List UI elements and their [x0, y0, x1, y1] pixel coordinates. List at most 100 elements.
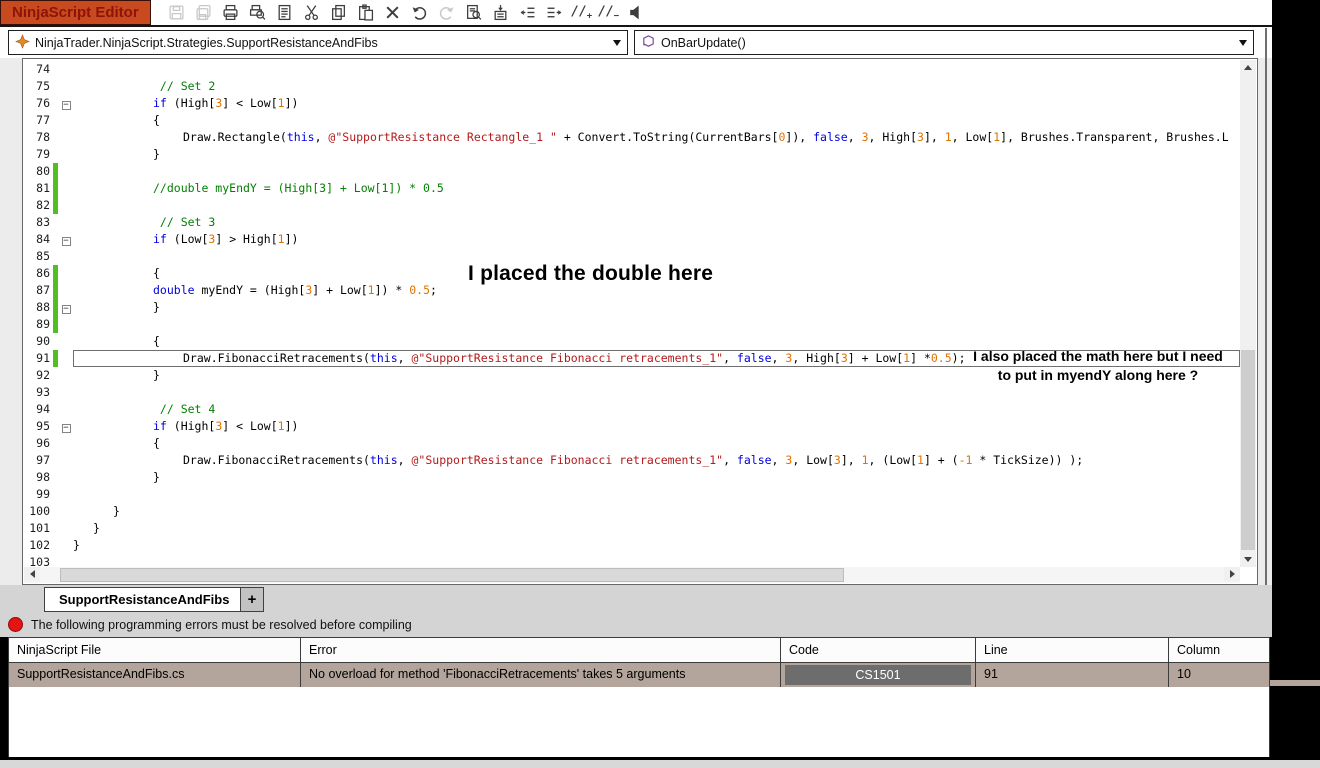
screen: NinjaScript Editor //+//− NinjaTrader.Ni…: [0, 0, 1320, 768]
code-segment: Draw.Rectangle(: [183, 130, 287, 144]
save-icon: [165, 1, 189, 24]
fold-collapse-icon[interactable]: −: [59, 418, 73, 435]
undo-icon[interactable]: [408, 1, 432, 24]
code-line-95[interactable]: 95 − if (High[3] < Low[1]): [24, 418, 1240, 435]
column-header-error[interactable]: Error: [301, 638, 781, 662]
code-line-100[interactable]: 100}: [24, 503, 1240, 520]
scroll-down-button[interactable]: [1240, 552, 1256, 567]
add-comment-icon[interactable]: //+: [570, 1, 594, 24]
properties-icon[interactable]: [273, 1, 297, 24]
horizontal-scroll-thumb[interactable]: [60, 568, 844, 582]
find-icon[interactable]: [462, 1, 486, 24]
copy-icon[interactable]: [327, 1, 351, 24]
fold-collapse-icon[interactable]: −: [59, 299, 73, 316]
column-header-column[interactable]: Column: [1169, 638, 1269, 662]
chevron-down-icon: [613, 39, 621, 46]
code-line-103[interactable]: 103: [24, 554, 1240, 567]
line-number: 93: [36, 385, 50, 399]
line-number: 98: [36, 470, 50, 484]
fold-collapse-icon[interactable]: −: [59, 95, 73, 112]
code-line-78[interactable]: 78 Draw.Rectangle(this, @"SupportResistan…: [24, 129, 1240, 146]
code-segment: ] < Low[: [222, 96, 278, 110]
code-line-79[interactable]: 79}: [24, 146, 1240, 163]
compile-icon[interactable]: [624, 1, 648, 24]
vertical-scrollbar[interactable]: [1240, 60, 1256, 567]
remove-comment-icon[interactable]: //−: [597, 1, 621, 24]
line-number: 81: [36, 181, 50, 195]
decrease-indent-icon[interactable]: [516, 1, 540, 24]
print-preview-icon[interactable]: [246, 1, 270, 24]
code-line-94[interactable]: 94 // Set 4: [24, 401, 1240, 418]
code-line-84[interactable]: 84 − if (Low[3] > High[1]): [24, 231, 1240, 248]
code-line-97[interactable]: 97 Draw.FibonacciRetracements(this, @"Sup…: [24, 452, 1240, 469]
class-selector-dropdown[interactable]: NinjaTrader.NinjaScript.Strategies.Suppo…: [8, 30, 628, 55]
line-number: 92: [36, 368, 50, 382]
code-segment: * TickSize)) );: [972, 453, 1084, 467]
code-area[interactable]: 74 75 // Set 2 76− if (High[3] < Low[1]) 77{…: [24, 60, 1240, 567]
code-segment: 1: [861, 453, 869, 467]
code-line-82[interactable]: 82: [24, 197, 1240, 214]
code-snippet-icon[interactable]: [489, 1, 513, 24]
increase-indent-icon[interactable]: [543, 1, 567, 24]
error-table-empty-area: [9, 687, 1269, 758]
scroll-right-button[interactable]: [1224, 567, 1240, 581]
code-line-80[interactable]: 80: [24, 163, 1240, 180]
code-text: }: [73, 503, 1240, 520]
fold-gutter: [59, 61, 73, 78]
change-tracking-gutter: [53, 248, 58, 265]
minus-icon: −: [61, 100, 71, 110]
column-header-code[interactable]: Code: [781, 638, 976, 662]
code-line-76[interactable]: 76 − if (High[3] < Low[1]): [24, 95, 1240, 112]
paste-icon[interactable]: [354, 1, 378, 24]
horizontal-scrollbar[interactable]: [24, 567, 1240, 583]
cut-icon[interactable]: [300, 1, 324, 24]
code-segment: 0.5: [409, 283, 430, 297]
code-line-75[interactable]: 75 // Set 2: [24, 78, 1240, 95]
fold-gutter: [59, 163, 73, 180]
error-code-badge: CS1501: [785, 665, 971, 685]
arrow-down-icon: [1244, 557, 1252, 562]
code-editor[interactable]: 74 75 // Set 2 76− if (High[3] < Low[1]) 77{…: [22, 58, 1258, 585]
code-line-88[interactable]: 88 −}: [24, 299, 1240, 316]
vertical-scroll-thumb[interactable]: [1241, 350, 1255, 550]
add-tab-button[interactable]: +: [240, 587, 264, 612]
code-line-101[interactable]: 101}: [24, 520, 1240, 537]
fold-gutter: [59, 469, 73, 486]
line-number: 86: [36, 266, 50, 280]
method-selector-value: OnBarUpdate(): [661, 35, 746, 50]
code-line-98[interactable]: 98}: [24, 469, 1240, 486]
scroll-up-button[interactable]: [1240, 60, 1256, 75]
code-text: {: [73, 435, 1240, 452]
code-line-93[interactable]: 93: [24, 384, 1240, 401]
fold-collapse-icon[interactable]: −: [59, 231, 73, 248]
code-text: }: [73, 299, 1240, 316]
code-segment: ,: [723, 351, 737, 365]
line-number: 87: [36, 283, 50, 297]
toolbar: NinjaScript Editor //+//−: [0, 0, 1272, 27]
print-icon[interactable]: [219, 1, 243, 24]
error-banner-text: The following programming errors must be…: [31, 617, 412, 632]
code-line-77[interactable]: 77 {: [24, 112, 1240, 129]
change-tracking-gutter: [53, 214, 58, 231]
code-segment: false: [813, 130, 848, 144]
code-line-89[interactable]: 89: [24, 316, 1240, 333]
code-line-99[interactable]: 99: [24, 486, 1240, 503]
code-line-81[interactable]: 81 //double myEndY = (High[3] + Low[1]) *…: [24, 180, 1240, 197]
code-line-83[interactable]: 83 // Set 3: [24, 214, 1240, 231]
code-line-74[interactable]: 74: [24, 61, 1240, 78]
code-segment: ]): [284, 419, 299, 433]
annotation-placed-double: I placed the double here: [468, 262, 714, 285]
code-segment: 1: [917, 453, 924, 467]
code-line-102[interactable]: 102}: [24, 537, 1240, 554]
method-selector-dropdown[interactable]: * OnBarUpdate(): [634, 30, 1254, 55]
code-segment: ],: [840, 453, 862, 467]
error-row[interactable]: SupportResistanceAndFibs.cs No overload f…: [9, 663, 1269, 687]
column-header-ninjascript-file[interactable]: NinjaScript File: [9, 638, 301, 662]
code-line-96[interactable]: 96 {: [24, 435, 1240, 452]
column-header-line[interactable]: Line: [976, 638, 1169, 662]
change-tracking-gutter: [53, 78, 58, 95]
delete-icon[interactable]: [381, 1, 405, 24]
scroll-left-button[interactable]: [24, 567, 40, 581]
tab-supportresistanceandfibs[interactable]: SupportResistanceAndFibs: [44, 587, 245, 612]
